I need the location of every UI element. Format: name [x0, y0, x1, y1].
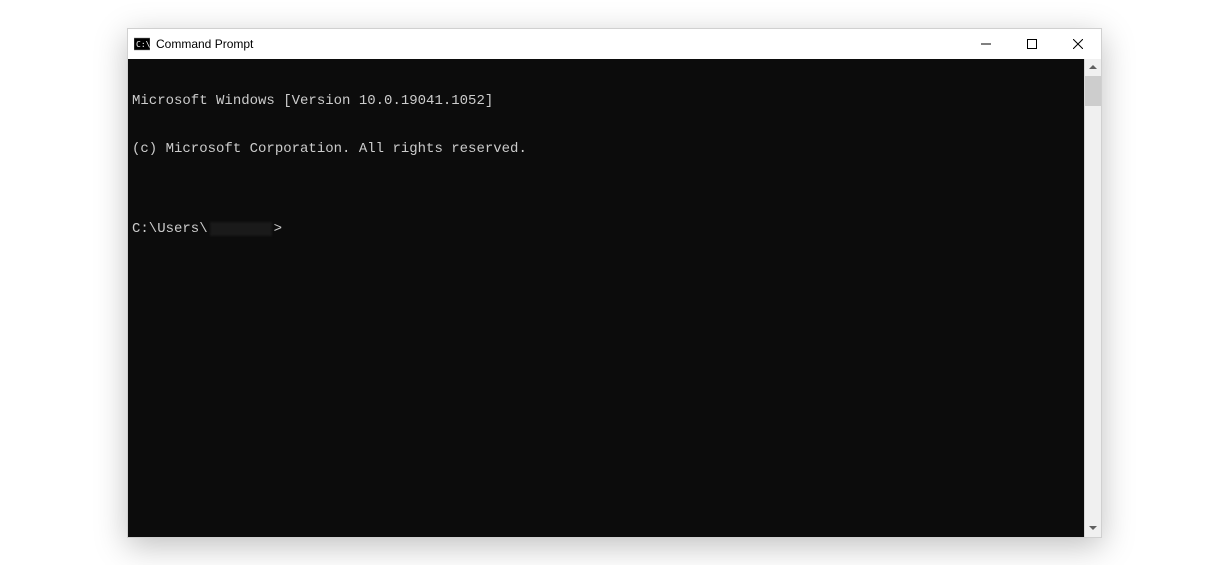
command-prompt-window: C:\ Command Prompt Microsoft Windows [Ve…	[127, 28, 1102, 538]
vertical-scrollbar[interactable]	[1084, 59, 1101, 537]
window-controls	[963, 29, 1101, 59]
content-area: Microsoft Windows [Version 10.0.19041.10…	[128, 59, 1101, 537]
minimize-button[interactable]	[963, 29, 1009, 59]
prompt-line: C:\Users\ >	[132, 221, 1080, 237]
scroll-up-arrow-icon[interactable]	[1085, 59, 1101, 76]
window-title: Command Prompt	[156, 37, 963, 51]
scrollbar-thumb[interactable]	[1085, 76, 1101, 106]
maximize-button[interactable]	[1009, 29, 1055, 59]
prompt-prefix: C:\Users\	[132, 221, 208, 237]
copyright-line: (c) Microsoft Corporation. All rights re…	[132, 141, 1080, 157]
username-redacted	[210, 222, 272, 236]
svg-text:C:\: C:\	[136, 40, 150, 49]
version-line: Microsoft Windows [Version 10.0.19041.10…	[132, 93, 1080, 109]
scrollbar-track[interactable]	[1085, 76, 1101, 520]
cmd-icon: C:\	[134, 36, 150, 52]
scroll-down-arrow-icon[interactable]	[1085, 520, 1101, 537]
close-button[interactable]	[1055, 29, 1101, 59]
prompt-suffix: >	[274, 221, 282, 237]
terminal-output[interactable]: Microsoft Windows [Version 10.0.19041.10…	[128, 59, 1084, 537]
title-bar[interactable]: C:\ Command Prompt	[128, 29, 1101, 59]
